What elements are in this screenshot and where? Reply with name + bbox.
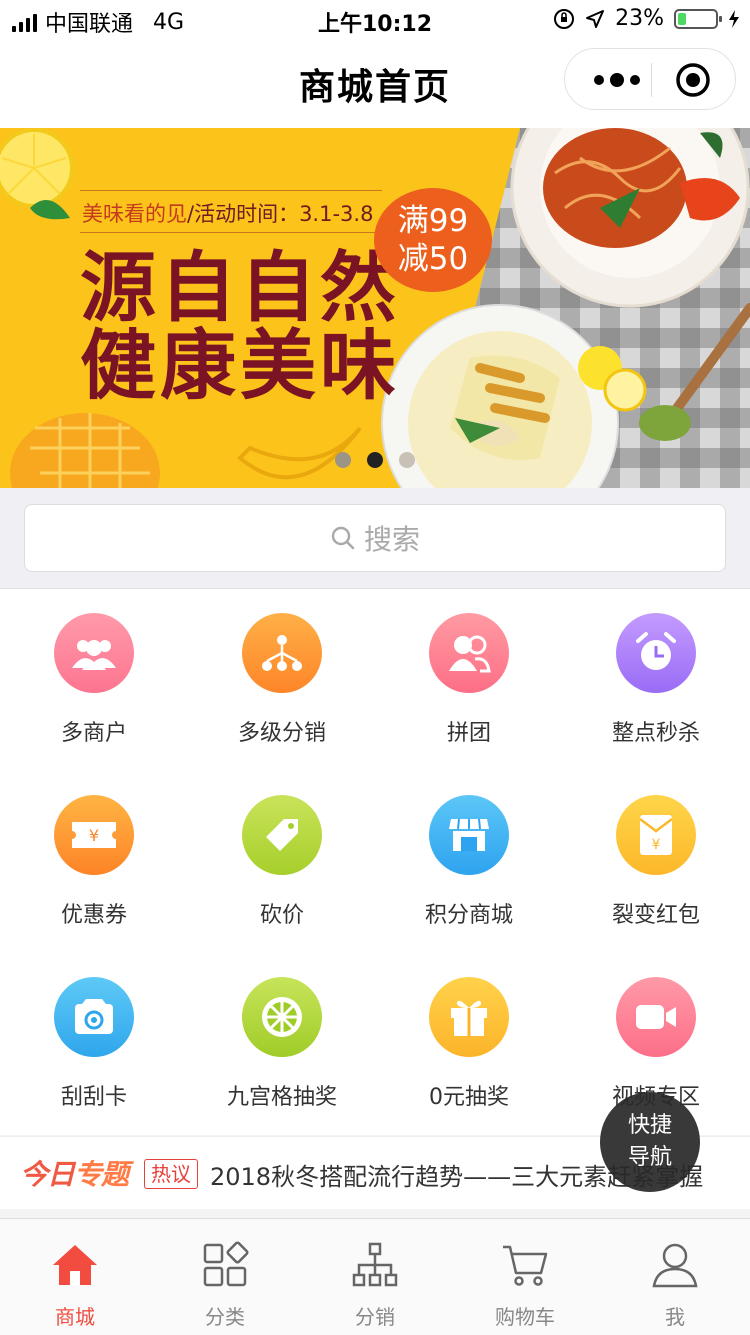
status-bar: 中国联通 4G 上午10:12 23% bbox=[0, 0, 750, 40]
feature-grid: 多商户 多级分销 拼团 整点秒杀 ¥ 优惠券 砍价 积分商城 ¥ 裂变红包 刮刮… bbox=[0, 589, 750, 1135]
gift-icon bbox=[429, 977, 509, 1057]
grid-item-points-mall[interactable]: 积分商城 bbox=[375, 771, 563, 953]
red-envelope-icon: ¥ bbox=[616, 795, 696, 875]
grid-label: 多级分销 bbox=[237, 721, 326, 746]
battery-icon bbox=[674, 8, 722, 29]
grid-item-nine-grid-lottery[interactable]: 九宫格抽奖 bbox=[188, 953, 376, 1135]
home-icon bbox=[53, 1245, 97, 1285]
grid-item-multi-merchant[interactable]: 多商户 bbox=[0, 589, 188, 771]
grid-label: 整点秒杀 bbox=[611, 721, 700, 746]
video-camera-icon bbox=[616, 977, 696, 1057]
grid-item-multi-level-distribution[interactable]: 多级分销 bbox=[188, 589, 376, 771]
orientation-lock-icon bbox=[554, 8, 575, 29]
tab-label: 分销 bbox=[355, 1305, 395, 1329]
battery-percent: 23% bbox=[615, 6, 664, 31]
grid-label: 多商户 bbox=[60, 721, 127, 746]
close-miniprogram-icon[interactable] bbox=[675, 62, 711, 98]
grid-label: 积分商城 bbox=[424, 903, 513, 928]
tab-label: 商城 bbox=[55, 1305, 95, 1329]
alarm-clock-icon bbox=[616, 613, 696, 693]
tab-cart[interactable]: 购物车 bbox=[450, 1219, 600, 1335]
carousel-dot[interactable] bbox=[335, 452, 351, 468]
status-right: 23% bbox=[553, 6, 740, 31]
group-buy-icon bbox=[429, 613, 509, 693]
banner-rule-bottom bbox=[80, 232, 382, 233]
carousel-dots bbox=[335, 452, 415, 468]
more-icon[interactable] bbox=[589, 65, 645, 95]
store-icon bbox=[429, 795, 509, 875]
grid-item-red-envelope[interactable]: ¥ 裂变红包 bbox=[562, 771, 750, 953]
banner-tagline-highlight: 美味看的见 bbox=[82, 202, 187, 226]
promo-line1: 满99 bbox=[397, 203, 469, 239]
tab-label: 购物车 bbox=[495, 1305, 555, 1329]
promo-bubble: 满99 减50 bbox=[374, 188, 492, 292]
grid-label: 裂变红包 bbox=[611, 903, 700, 928]
distribution-tree-icon bbox=[242, 613, 322, 693]
search-input[interactable]: 搜索 bbox=[24, 504, 726, 572]
tab-distribution[interactable]: 分销 bbox=[300, 1219, 450, 1335]
mango-icon bbox=[10, 413, 160, 488]
distribution-icon bbox=[352, 1242, 398, 1287]
grid-label: 优惠券 bbox=[60, 903, 127, 928]
grid-item-scratch-card[interactable]: 刮刮卡 bbox=[0, 953, 188, 1135]
search-icon bbox=[331, 526, 355, 550]
news-logo-part2: 专题 bbox=[74, 1158, 129, 1191]
tab-label: 分类 bbox=[205, 1305, 245, 1329]
grid-item-bargain[interactable]: 砍价 bbox=[188, 771, 376, 953]
charging-icon bbox=[729, 9, 739, 28]
coupon-icon: ¥ bbox=[54, 795, 134, 875]
grid-label: 九宫格抽奖 bbox=[226, 1085, 337, 1110]
price-tag-icon bbox=[242, 795, 322, 875]
nav-bar: 商城首页 bbox=[0, 40, 750, 128]
grid-label: 0元抽奖 bbox=[429, 1085, 509, 1110]
tab-category[interactable]: 分类 bbox=[150, 1219, 300, 1335]
quick-nav-line2: 导航 bbox=[627, 1145, 672, 1170]
hot-tag-badge: 热议 bbox=[144, 1159, 198, 1189]
carousel-dot[interactable] bbox=[399, 452, 415, 468]
merchants-icon bbox=[54, 613, 134, 693]
category-icon bbox=[203, 1241, 249, 1287]
svg-text:¥: ¥ bbox=[89, 826, 99, 845]
capsule-divider bbox=[651, 63, 652, 97]
grid-item-free-lottery[interactable]: 0元抽奖 bbox=[375, 953, 563, 1135]
quick-nav-button[interactable]: 快捷 导航 bbox=[600, 1092, 700, 1192]
news-logo-part1: 今日 bbox=[20, 1158, 75, 1191]
grid-item-flash-sale[interactable]: 整点秒杀 bbox=[562, 589, 750, 771]
promo-banner[interactable]: 美味看的见/活动时间：3.1-3.8 源自自然 健康美味 满99 减50 bbox=[0, 128, 750, 488]
user-icon bbox=[652, 1243, 698, 1288]
tab-mall[interactable]: 商城 bbox=[0, 1219, 150, 1335]
svg-text:¥: ¥ bbox=[652, 837, 661, 853]
search-placeholder: 搜索 bbox=[363, 523, 420, 556]
grid-label: 刮刮卡 bbox=[60, 1085, 127, 1110]
grid-label: 拼团 bbox=[446, 721, 491, 746]
grid-label: 砍价 bbox=[259, 903, 304, 928]
news-logo: 今日专题 bbox=[20, 1153, 129, 1193]
tab-bar: 商城 分类 分销 购物车 我 bbox=[0, 1218, 750, 1335]
tab-label: 我 bbox=[665, 1305, 685, 1329]
grid-item-group-buy[interactable]: 拼团 bbox=[375, 589, 563, 771]
quick-nav-line1: 快捷 bbox=[627, 1113, 672, 1138]
scratch-card-icon bbox=[54, 977, 134, 1057]
grid-item-coupon[interactable]: ¥ 优惠券 bbox=[0, 771, 188, 953]
cart-icon bbox=[503, 1245, 548, 1286]
carousel-dot-active[interactable] bbox=[367, 452, 383, 468]
banner-tagline-rest: /活动时间：3.1-3.8 bbox=[187, 202, 374, 226]
banner-title-line1: 源自自然 bbox=[80, 243, 400, 332]
banner-title-line2: 健康美味 bbox=[80, 321, 400, 410]
mini-program-capsule bbox=[564, 48, 736, 110]
promo-line2: 减50 bbox=[397, 241, 469, 277]
banner-rule-top bbox=[80, 190, 382, 191]
tab-me[interactable]: 我 bbox=[600, 1219, 750, 1335]
lottery-wheel-icon bbox=[242, 977, 322, 1057]
location-icon bbox=[586, 9, 605, 28]
search-area: 搜索 bbox=[0, 488, 750, 589]
banner-tagline: 美味看的见/活动时间：3.1-3.8 bbox=[82, 198, 373, 228]
